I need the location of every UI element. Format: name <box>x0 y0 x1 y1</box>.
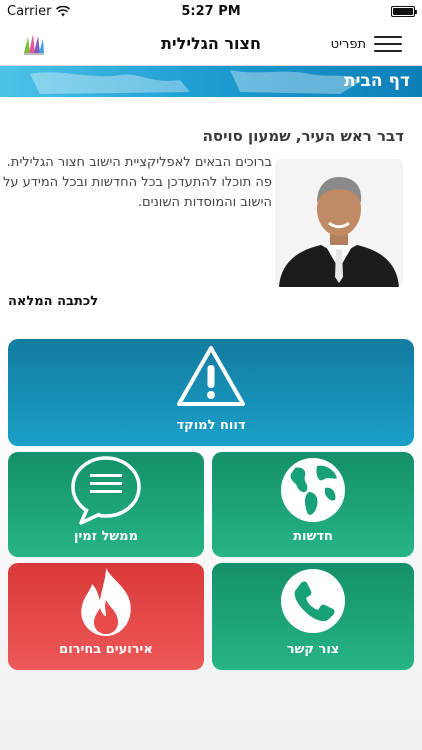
carrier-info: Carrier <box>7 3 71 19</box>
menu-label: תפריט <box>330 36 366 52</box>
navbar: חצור הגלילית תפריט <box>0 22 422 66</box>
mayor-photo <box>275 159 403 287</box>
menu-button[interactable]: תפריט <box>331 33 402 55</box>
hamburger-icon[interactable] <box>374 36 402 52</box>
report-label: דווח למוקד <box>176 418 246 433</box>
mayor-portrait-image <box>275 159 403 287</box>
mayor-intro-text: ברוכים הבאים לאפליקציית הישוב חצור הגליל… <box>3 155 272 210</box>
globe-icon <box>281 458 345 522</box>
battery-icon <box>391 5 417 17</box>
mayor-heading: דבר ראש העיר, שמעון סויסה <box>202 127 404 145</box>
contact-label: צור קשר <box>286 642 340 657</box>
warning-icon <box>177 346 245 406</box>
carrier-label: Carrier <box>7 3 52 19</box>
main-content: דבר ראש העיר, שמעון סויסה ברוכים הבאים ל… <box>0 97 422 750</box>
contact-tile[interactable]: צור קשר <box>212 563 414 670</box>
fire-icon <box>81 568 131 636</box>
government-label: ממשל זמין <box>74 529 138 544</box>
chat-bubble-icon <box>71 456 141 525</box>
banner-title: דף הבית <box>343 71 410 91</box>
section-banner: דף הבית <box>0 66 422 97</box>
read-more-link[interactable]: לכתבה המלאה <box>8 294 98 309</box>
news-label: חדשות <box>293 529 333 544</box>
status-bar: Carrier 5:27 PM <box>0 0 422 22</box>
wifi-icon <box>56 5 71 16</box>
phone-icon <box>281 569 345 633</box>
emergency-tile[interactable]: אירועים בחירום <box>8 563 204 670</box>
news-tile[interactable]: חדשות <box>212 452 414 557</box>
government-tile[interactable]: ממשל זמין <box>8 452 204 557</box>
report-tile[interactable]: דווח למוקד <box>8 339 414 446</box>
emergency-label: אירועים בחירום <box>59 642 153 657</box>
